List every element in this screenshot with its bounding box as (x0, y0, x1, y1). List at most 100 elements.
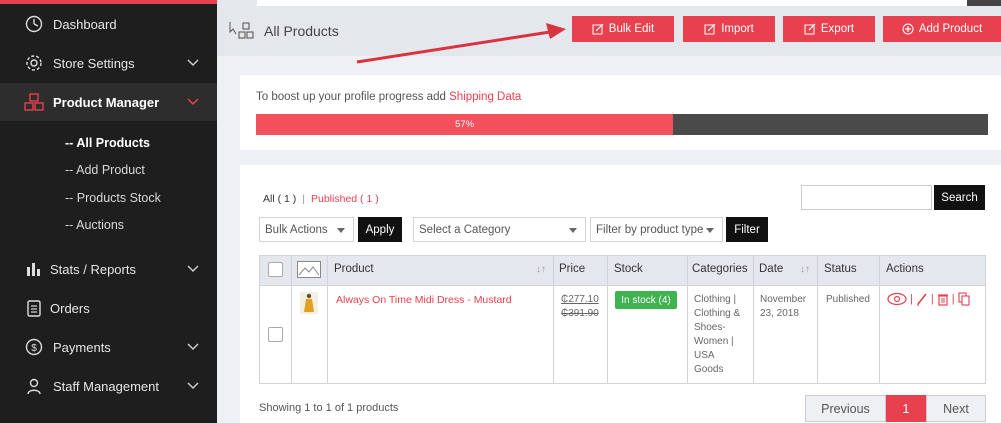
category-line: Goods (694, 364, 724, 375)
bulk-actions-select[interactable]: Bulk Actions (259, 217, 354, 242)
row-checkbox[interactable] (268, 327, 283, 342)
duplicate-icon[interactable] (958, 292, 970, 306)
column-header-date[interactable]: Date (759, 263, 783, 275)
category-value: Select a Category (419, 223, 511, 236)
sidebar-item-store-settings[interactable]: Store Settings (0, 44, 217, 82)
sidebar-item-label: Store Settings (53, 55, 135, 71)
view-icon[interactable] (887, 292, 907, 306)
tab-published[interactable]: Published ( 1 ) (311, 193, 379, 205)
sidebar-item-label: Staff Management (53, 378, 159, 394)
product-type-select[interactable]: Filter by product type (590, 217, 723, 242)
svg-text:$: $ (31, 343, 37, 354)
previous-page-button[interactable]: Previous (805, 395, 886, 422)
bar-chart-icon (24, 259, 44, 279)
product-type-value: Filter by product type (596, 223, 704, 236)
sort-icon[interactable]: ↓↑ (800, 264, 810, 275)
column-header-product[interactable]: Product (334, 263, 374, 275)
bulk-edit-button[interactable]: Bulk Edit (572, 16, 674, 42)
category-line: Women | (694, 336, 734, 347)
dollar-icon: $ (24, 337, 44, 357)
user-icon (24, 376, 44, 396)
column-header-categories: Categories (692, 263, 748, 275)
caret-down-icon (337, 228, 345, 233)
filter-button[interactable]: Filter (726, 217, 768, 242)
sidebar-item-orders[interactable]: Orders (0, 289, 217, 327)
column-header-stock: Stock (614, 263, 643, 275)
select-all-checkbox[interactable] (268, 262, 283, 277)
categories-cell: Clothing | Clothing & Shoes- Women | USA… (694, 293, 740, 377)
boxes-icon (24, 92, 44, 112)
export-icon (804, 23, 816, 35)
sidebar-item-dashboard[interactable]: Dashboard (0, 5, 217, 43)
progress-fill: 57% (256, 114, 674, 135)
price-sale: ₵277.10 (561, 294, 599, 305)
product-name-link[interactable]: Always On Time Midi Dress - Mustard (336, 293, 512, 307)
next-page-button[interactable]: Next (926, 395, 986, 422)
caret-down-icon (706, 228, 714, 233)
profile-progress-bar: 57% (256, 114, 988, 135)
sidebar-item-label: Payments (53, 339, 111, 355)
bulk-actions-value: Bulk Actions (265, 223, 328, 236)
import-icon (704, 23, 716, 35)
apply-button[interactable]: Apply (358, 217, 402, 242)
add-product-label: Add Product (918, 23, 983, 35)
clipboard-icon (24, 298, 44, 318)
date-line: 23, 2018 (760, 308, 799, 319)
trash-icon[interactable] (937, 292, 949, 306)
sidebar-item-staff-management[interactable]: Staff Management (0, 367, 217, 405)
chevron-down-icon (187, 59, 199, 67)
column-header-price: Price (559, 263, 586, 275)
dashboard-icon (24, 14, 44, 34)
image-icon (297, 261, 321, 283)
search-button[interactable]: Search (934, 185, 985, 210)
import-button[interactable]: Import (683, 16, 775, 42)
column-header-status: Status (824, 263, 857, 275)
sidebar-subitem-auctions[interactable]: -- Auctions (65, 218, 124, 232)
shipping-data-link[interactable]: Shipping Data (449, 91, 521, 103)
page-title: All Products (264, 23, 339, 39)
chevron-down-icon (187, 98, 199, 106)
import-label: Import (721, 23, 754, 35)
boxes-icon (229, 20, 259, 47)
progress-message: To boost up your profile progress add Sh… (256, 91, 521, 103)
date-cell: November 23, 2018 (760, 293, 806, 321)
export-button[interactable]: Export (783, 16, 875, 42)
sidebar-item-label: Product Manager (53, 94, 160, 110)
date-line: November (760, 294, 807, 305)
sidebar-item-product-manager[interactable]: Product Manager (0, 83, 217, 121)
bulk-edit-label: Bulk Edit (608, 23, 655, 35)
price-regular: ₵391.90 (561, 308, 599, 319)
top-strip (257, 0, 967, 6)
sidebar-subitem-all-products[interactable]: -- All Products (65, 136, 150, 150)
pagination-summary: Showing 1 to 1 of 1 products (259, 402, 399, 414)
caret-down-icon (569, 228, 577, 233)
chevron-down-icon (187, 382, 199, 390)
category-line: Shoes- (694, 322, 726, 333)
row-actions: | | | (887, 292, 970, 306)
chevron-down-icon (187, 265, 199, 273)
add-product-button[interactable]: Add Product (883, 16, 1001, 42)
top-corner (967, 0, 1001, 6)
product-thumbnail[interactable] (300, 292, 318, 319)
gear-icon (24, 53, 44, 73)
sidebar-item-label: Orders (50, 300, 90, 316)
search-input[interactable] (801, 185, 932, 210)
sort-icon[interactable]: ↓↑ (536, 264, 546, 275)
stock-badge: In stock (4) (615, 291, 677, 309)
category-line: Clothing & (694, 308, 741, 319)
sidebar-item-payments[interactable]: $ Payments (0, 328, 217, 366)
status-cell: Published (826, 294, 870, 305)
pencil-icon[interactable] (916, 292, 928, 306)
sidebar-subitem-products-stock[interactable]: -- Products Stock (65, 191, 161, 205)
chevron-down-icon (187, 343, 199, 351)
export-label: Export (820, 23, 855, 35)
sidebar-item-label: Dashboard (53, 16, 117, 32)
progress-card (240, 75, 1001, 150)
page-1-button[interactable]: 1 (886, 395, 926, 422)
sidebar-item-stats-reports[interactable]: Stats / Reports (0, 250, 217, 288)
category-select[interactable]: Select a Category (413, 217, 586, 242)
category-line: USA (694, 350, 715, 361)
sidebar-subitem-add-product[interactable]: -- Add Product (65, 163, 145, 177)
tab-all[interactable]: All ( 1 ) (263, 193, 296, 205)
sidebar: Dashboard Store Settings Product Manager… (0, 0, 217, 423)
